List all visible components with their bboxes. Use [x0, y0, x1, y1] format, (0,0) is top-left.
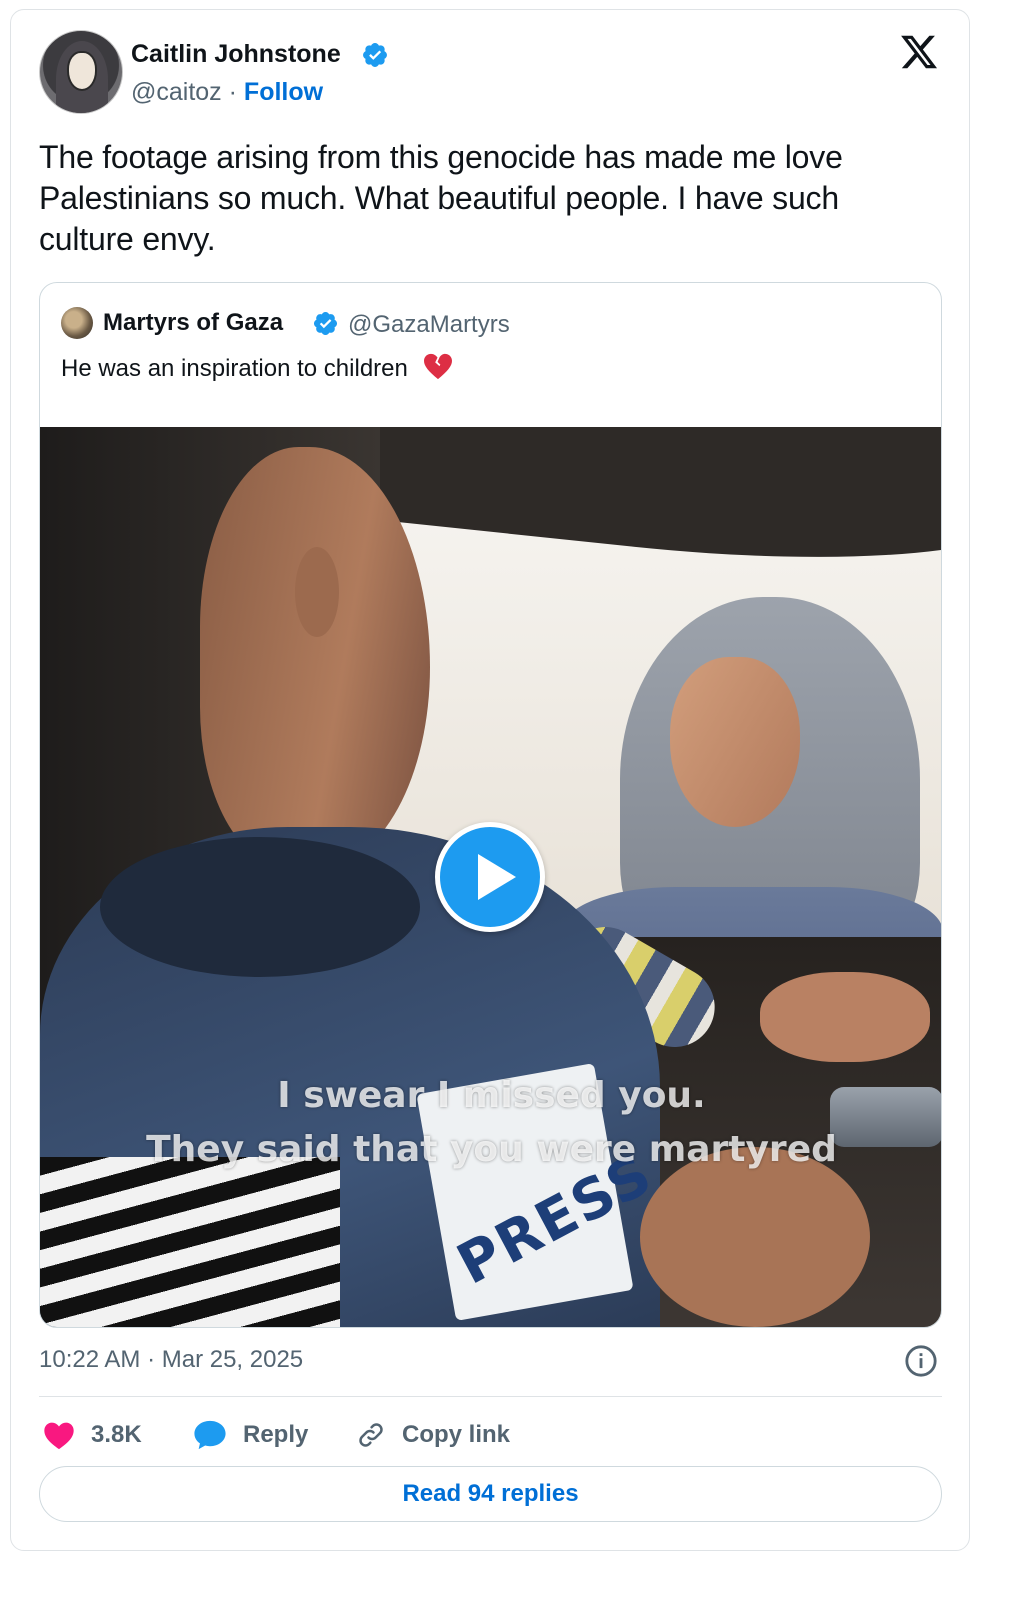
video-caption-line2: They said that you were martyred	[146, 1129, 837, 1170]
reply-label: Reply	[243, 1421, 309, 1448]
author-handle[interactable]: @caitoz	[131, 78, 222, 106]
author-name[interactable]: Caitlin Johnstone	[131, 40, 341, 69]
video-caption-line1: I swear I missed you.	[277, 1075, 706, 1116]
like-button[interactable]: 3.8K	[43, 1415, 142, 1455]
reply-button[interactable]: Reply	[193, 1415, 308, 1455]
heart-icon	[44, 1422, 74, 1450]
play-icon	[478, 854, 516, 900]
quoted-author-handle[interactable]: @GazaMartyrs	[348, 311, 510, 339]
quoted-author-name[interactable]: Martyrs of Gaza	[103, 309, 283, 337]
read-replies-button[interactable]: Read 94 replies	[39, 1466, 942, 1522]
verified-badge-icon	[363, 43, 387, 67]
tweet-timestamp[interactable]: 10:22 AM · Mar 25, 2025	[39, 1346, 303, 1374]
quoted-tweet[interactable]: Martyrs of Gaza @GazaMartyrs He was an i…	[39, 282, 942, 1328]
author-avatar[interactable]	[39, 30, 123, 114]
reply-bubble-icon	[194, 1420, 226, 1450]
copy-link-label: Copy link	[402, 1421, 511, 1448]
author-handle-line: @caitoz · Follow	[131, 78, 323, 107]
quoted-avatar[interactable]	[61, 307, 93, 339]
link-icon	[359, 1423, 383, 1447]
follow-button[interactable]: Follow	[244, 78, 323, 106]
broken-heart-emoji-icon	[423, 353, 452, 380]
x-logo-icon[interactable]	[899, 32, 939, 72]
quoted-text: He was an inspiration to children	[61, 355, 408, 382]
tweet-card: Caitlin Johnstone @caitoz · Follow The f…	[10, 9, 970, 1551]
info-icon[interactable]	[904, 1344, 938, 1378]
verified-badge-icon	[313, 311, 338, 336]
tweet-text: The footage arising from this genocide h…	[39, 139, 843, 257]
like-count: 3.8K	[91, 1421, 142, 1448]
play-button[interactable]	[435, 822, 545, 932]
divider	[39, 1396, 942, 1397]
quoted-text-line: He was an inspiration to children	[61, 353, 453, 383]
separator: ·	[228, 78, 237, 106]
copy-link-button[interactable]: Copy link	[356, 1415, 510, 1455]
video-player[interactable]: PRESS I swear I missed you. They said th…	[40, 427, 941, 1327]
